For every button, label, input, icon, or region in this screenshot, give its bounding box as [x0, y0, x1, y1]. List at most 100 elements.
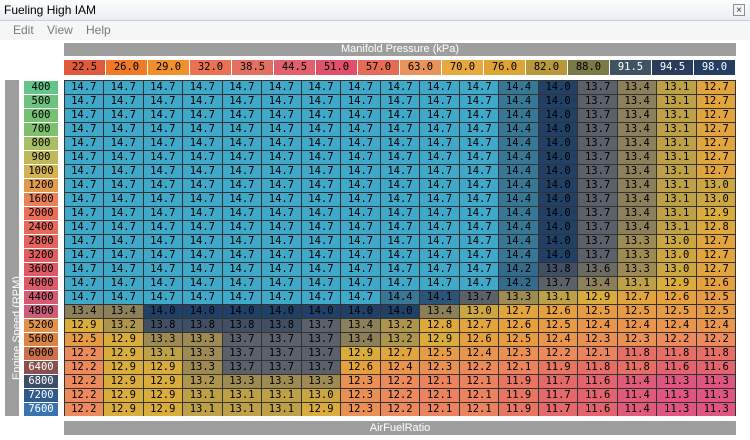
map-cell[interactable]: 13.3	[499, 290, 538, 304]
map-cell[interactable]: 12.3	[499, 346, 538, 360]
map-cell[interactable]: 13.3	[617, 248, 657, 262]
map-cell[interactable]: 14.4	[499, 136, 538, 150]
map-cell[interactable]: 12.1	[578, 346, 617, 360]
map-cell[interactable]: 12.6	[459, 332, 499, 346]
map-cell[interactable]: 14.7	[64, 80, 104, 94]
map-cell[interactable]: 12.9	[104, 332, 143, 346]
map-cell[interactable]: 14.7	[459, 178, 499, 192]
map-cell[interactable]: 14.7	[104, 80, 143, 94]
map-cell[interactable]: 14.4	[499, 234, 538, 248]
map-cell[interactable]: 12.2	[64, 346, 104, 360]
map-cell[interactable]: 12.7	[696, 108, 736, 122]
map-cell[interactable]: 13.4	[578, 276, 617, 290]
map-cell[interactable]: 13.4	[617, 164, 657, 178]
map-cell[interactable]: 14.7	[183, 276, 222, 290]
map-cell[interactable]: 13.1	[657, 192, 696, 206]
map-cell[interactable]: 13.4	[617, 206, 657, 220]
map-cell[interactable]: 14.7	[341, 276, 380, 290]
map-cell[interactable]: 14.7	[104, 122, 143, 136]
map-cell[interactable]: 14.7	[380, 234, 420, 248]
map-cell[interactable]: 14.7	[64, 178, 104, 192]
map-cell[interactable]: 12.3	[341, 374, 380, 388]
map-cell[interactable]: 12.4	[578, 318, 617, 332]
map-cell[interactable]: 13.7	[578, 178, 617, 192]
map-cell[interactable]: 14.7	[222, 234, 262, 248]
map-cell[interactable]: 14.7	[64, 206, 104, 220]
map-cell[interactable]: 14.7	[420, 178, 459, 192]
map-cell[interactable]: 12.4	[538, 332, 578, 346]
map-cell[interactable]: 14.7	[64, 94, 104, 108]
map-cell[interactable]: 13.1	[657, 136, 696, 150]
map-cell[interactable]: 12.1	[459, 374, 499, 388]
map-cell[interactable]: 14.7	[64, 234, 104, 248]
map-cell[interactable]: 14.7	[341, 122, 380, 136]
menu-edit[interactable]: Edit	[13, 23, 34, 37]
map-cell[interactable]: 14.7	[104, 206, 143, 220]
map-cell[interactable]: 14.7	[301, 136, 341, 150]
map-cell[interactable]: 14.7	[341, 192, 380, 206]
map-cell[interactable]: 14.7	[262, 192, 301, 206]
map-cell[interactable]: 14.4	[380, 290, 420, 304]
map-cell[interactable]: 12.5	[617, 304, 657, 318]
map-cell[interactable]: 12.5	[657, 304, 696, 318]
map-cell[interactable]: 13.1	[657, 94, 696, 108]
map-cell[interactable]: 13.4	[617, 136, 657, 150]
map-cell[interactable]: 11.8	[657, 346, 696, 360]
map-cell[interactable]: 14.7	[380, 164, 420, 178]
map-cell[interactable]: 14.7	[143, 276, 183, 290]
map-cell[interactable]: 13.8	[183, 318, 222, 332]
map-cell[interactable]: 12.9	[104, 346, 143, 360]
map-cell[interactable]: 12.9	[104, 402, 143, 416]
map-cell[interactable]: 13.7	[262, 332, 301, 346]
map-cell[interactable]: 12.7	[380, 346, 420, 360]
map-cell[interactable]: 14.7	[380, 276, 420, 290]
map-cell[interactable]: 14.7	[143, 94, 183, 108]
map-cell[interactable]: 13.7	[262, 360, 301, 374]
map-cell[interactable]: 11.3	[657, 402, 696, 416]
map-cell[interactable]: 14.4	[499, 80, 538, 94]
map-cell[interactable]: 11.8	[617, 360, 657, 374]
map-cell[interactable]: 14.4	[499, 150, 538, 164]
map-cell[interactable]: 13.7	[578, 136, 617, 150]
map-cell[interactable]: 14.7	[262, 136, 301, 150]
map-cell[interactable]: 12.9	[143, 388, 183, 402]
map-cell[interactable]: 14.7	[262, 150, 301, 164]
map-cell[interactable]: 14.0	[301, 304, 341, 318]
map-cell[interactable]: 14.7	[341, 178, 380, 192]
map-cell[interactable]: 13.1	[617, 276, 657, 290]
map-cell[interactable]: 14.7	[380, 80, 420, 94]
map-cell[interactable]: 13.0	[657, 262, 696, 276]
map-cell[interactable]: 11.4	[617, 388, 657, 402]
map-cell[interactable]: 14.7	[380, 136, 420, 150]
map-cell[interactable]: 14.7	[104, 290, 143, 304]
map-cell[interactable]: 13.4	[617, 150, 657, 164]
map-cell[interactable]: 11.9	[499, 374, 538, 388]
map-cell[interactable]: 14.7	[222, 206, 262, 220]
map-cell[interactable]: 14.7	[222, 164, 262, 178]
map-cell[interactable]: 12.9	[696, 206, 736, 220]
map-cell[interactable]: 12.6	[499, 318, 538, 332]
menu-view[interactable]: View	[47, 23, 73, 37]
map-cell[interactable]: 14.4	[499, 94, 538, 108]
map-cell[interactable]: 14.7	[301, 234, 341, 248]
map-cell[interactable]: 11.9	[499, 402, 538, 416]
map-cell[interactable]: 13.2	[183, 374, 222, 388]
map-cell[interactable]: 14.7	[341, 164, 380, 178]
map-cell[interactable]: 13.0	[301, 388, 341, 402]
map-cell[interactable]: 12.8	[420, 318, 459, 332]
map-cell[interactable]: 12.9	[143, 402, 183, 416]
map-cell[interactable]: 14.7	[104, 108, 143, 122]
map-cell[interactable]: 14.7	[143, 164, 183, 178]
map-cell[interactable]: 12.6	[657, 290, 696, 304]
map-cell[interactable]: 14.0	[380, 304, 420, 318]
map-cell[interactable]: 13.7	[222, 346, 262, 360]
map-cell[interactable]: 14.7	[143, 80, 183, 94]
map-cell[interactable]: 14.7	[262, 262, 301, 276]
map-cell[interactable]: 14.7	[301, 122, 341, 136]
map-cell[interactable]: 14.7	[420, 122, 459, 136]
map-cell[interactable]: 13.6	[578, 262, 617, 276]
map-cell[interactable]: 11.3	[696, 402, 736, 416]
map-cell[interactable]: 14.4	[499, 122, 538, 136]
map-cell[interactable]: 14.7	[143, 178, 183, 192]
map-cell[interactable]: 14.7	[183, 220, 222, 234]
